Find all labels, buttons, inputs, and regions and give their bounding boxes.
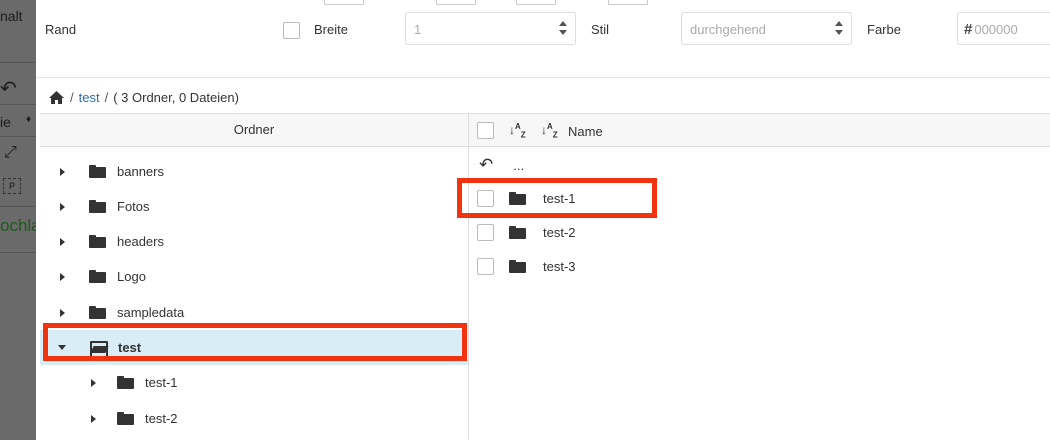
input-stub xyxy=(516,0,556,5)
tree-item-fotos[interactable]: Fotos xyxy=(40,189,468,224)
tree-item-label: sampledata xyxy=(117,305,185,320)
folder-icon xyxy=(117,376,134,389)
file-row-label: test-2 xyxy=(543,224,576,240)
bg-fullscreen-icon: ⤢ xyxy=(4,144,17,161)
color-label: Farbe xyxy=(867,22,901,37)
bg-undo-icon: ↶ xyxy=(0,78,17,100)
input-stub xyxy=(436,0,476,5)
sort-alpha-asc-icon[interactable]: ↓AZ xyxy=(509,122,526,139)
folder-panel-header: Ordner xyxy=(40,114,468,147)
parent-folder-label: ... xyxy=(513,157,525,173)
style-select[interactable]: durchgehend xyxy=(681,12,852,45)
bg-text-fragment: ochla xyxy=(0,216,36,235)
width-select-value: 1 xyxy=(414,22,422,37)
width-label: Breite xyxy=(314,22,348,37)
caret-right-icon[interactable] xyxy=(91,378,96,387)
color-input-value: 000000 xyxy=(974,22,1018,37)
tree-item-headers[interactable]: headers xyxy=(40,224,468,259)
caret-right-icon[interactable] xyxy=(60,272,65,281)
folder-icon xyxy=(89,270,106,283)
file-manager-modal: Rand Breite 1 Stil durchgehend Farbe #00… xyxy=(36,0,1050,440)
folder-icon xyxy=(117,412,134,425)
bg-divider xyxy=(0,136,36,137)
tree-item-label: test-1 xyxy=(145,375,178,390)
caret-right-icon[interactable] xyxy=(60,237,65,246)
caret-right-icon[interactable] xyxy=(60,167,65,176)
back-arrow-icon: ↶ xyxy=(479,155,494,174)
row-checkbox[interactable] xyxy=(477,223,494,241)
breadcrumb-summary: ( 3 Ordner, 0 Dateien) xyxy=(113,89,239,105)
border-settings-row: Rand Breite 1 Stil durchgehend Farbe #00… xyxy=(36,0,1050,78)
folder-icon xyxy=(89,235,106,248)
tree-item-label: headers xyxy=(117,234,164,249)
highlight-box xyxy=(43,323,467,361)
folder-icon xyxy=(89,200,106,213)
folder-icon xyxy=(509,259,526,273)
border-label: Rand xyxy=(45,22,77,37)
folder-icon xyxy=(89,165,106,178)
highlight-box xyxy=(457,178,657,218)
file-row-label: test-3 xyxy=(543,258,576,274)
name-column-header[interactable]: Name xyxy=(568,124,603,139)
tree-item-label: Fotos xyxy=(117,199,150,214)
background-editor: nalt ↶ ie ♦ ⤢ P ochla xyxy=(0,0,36,440)
parent-folder-row[interactable]: ↶ ... xyxy=(469,148,1050,182)
bg-divider xyxy=(0,206,36,207)
bg-divider xyxy=(0,104,36,105)
select-arrows-icon xyxy=(559,21,567,37)
caret-right-icon[interactable] xyxy=(60,308,65,317)
style-label: Stil xyxy=(591,22,610,37)
bg-divider xyxy=(0,62,36,63)
breadcrumb: / test / ( 3 Ordner, 0 Dateien) xyxy=(48,86,239,108)
file-row[interactable]: test-3 xyxy=(469,249,1050,283)
bg-text-fragment: nalt xyxy=(0,8,23,24)
select-arrows-icon xyxy=(835,21,843,37)
caret-right-icon[interactable] xyxy=(60,202,65,211)
width-select[interactable]: 1 xyxy=(405,12,576,45)
select-all-checkbox[interactable] xyxy=(477,122,494,139)
home-icon[interactable] xyxy=(48,90,65,105)
bg-divider xyxy=(0,252,36,253)
breadcrumb-separator: / xyxy=(104,89,109,105)
border-checkbox[interactable] xyxy=(283,22,300,39)
bg-select-arrows-icon: ♦ xyxy=(26,114,32,125)
color-input[interactable]: #000000 xyxy=(957,12,1050,45)
tree-item-label: test-2 xyxy=(145,411,178,426)
tree-item-test-2[interactable]: test-2 xyxy=(40,401,468,436)
hash-icon: # xyxy=(964,21,973,38)
bg-text-fragment: ie xyxy=(0,114,11,130)
breadcrumb-folder-link[interactable]: test xyxy=(79,90,100,105)
bg-small-box: P xyxy=(3,178,21,194)
tree-item-banners[interactable]: banners xyxy=(40,154,468,189)
sort-alpha-desc-icon[interactable]: ↓AZ xyxy=(541,122,558,139)
row-checkbox[interactable] xyxy=(477,257,494,275)
input-stub xyxy=(324,0,364,5)
input-stub xyxy=(608,0,648,5)
caret-right-icon[interactable] xyxy=(91,414,96,423)
file-row[interactable]: test-2 xyxy=(469,215,1050,249)
folder-tree-panel: Ordner banners Fotos headers Logo sample… xyxy=(40,113,469,440)
file-list-panel: ↓AZ ↓AZ Name ↶ ... test-1 test-2 test-3 xyxy=(469,113,1050,440)
tree-item-test-1[interactable]: test-1 xyxy=(40,365,468,400)
style-select-value: durchgehend xyxy=(690,22,766,37)
tree-item-label: Logo xyxy=(117,269,146,284)
folder-icon xyxy=(509,225,526,239)
breadcrumb-separator: / xyxy=(70,89,74,105)
tree-item-label: banners xyxy=(117,164,164,179)
folder-icon xyxy=(89,306,106,319)
file-list-header: ↓AZ ↓AZ Name xyxy=(469,114,1050,147)
tree-item-logo[interactable]: Logo xyxy=(40,259,468,294)
